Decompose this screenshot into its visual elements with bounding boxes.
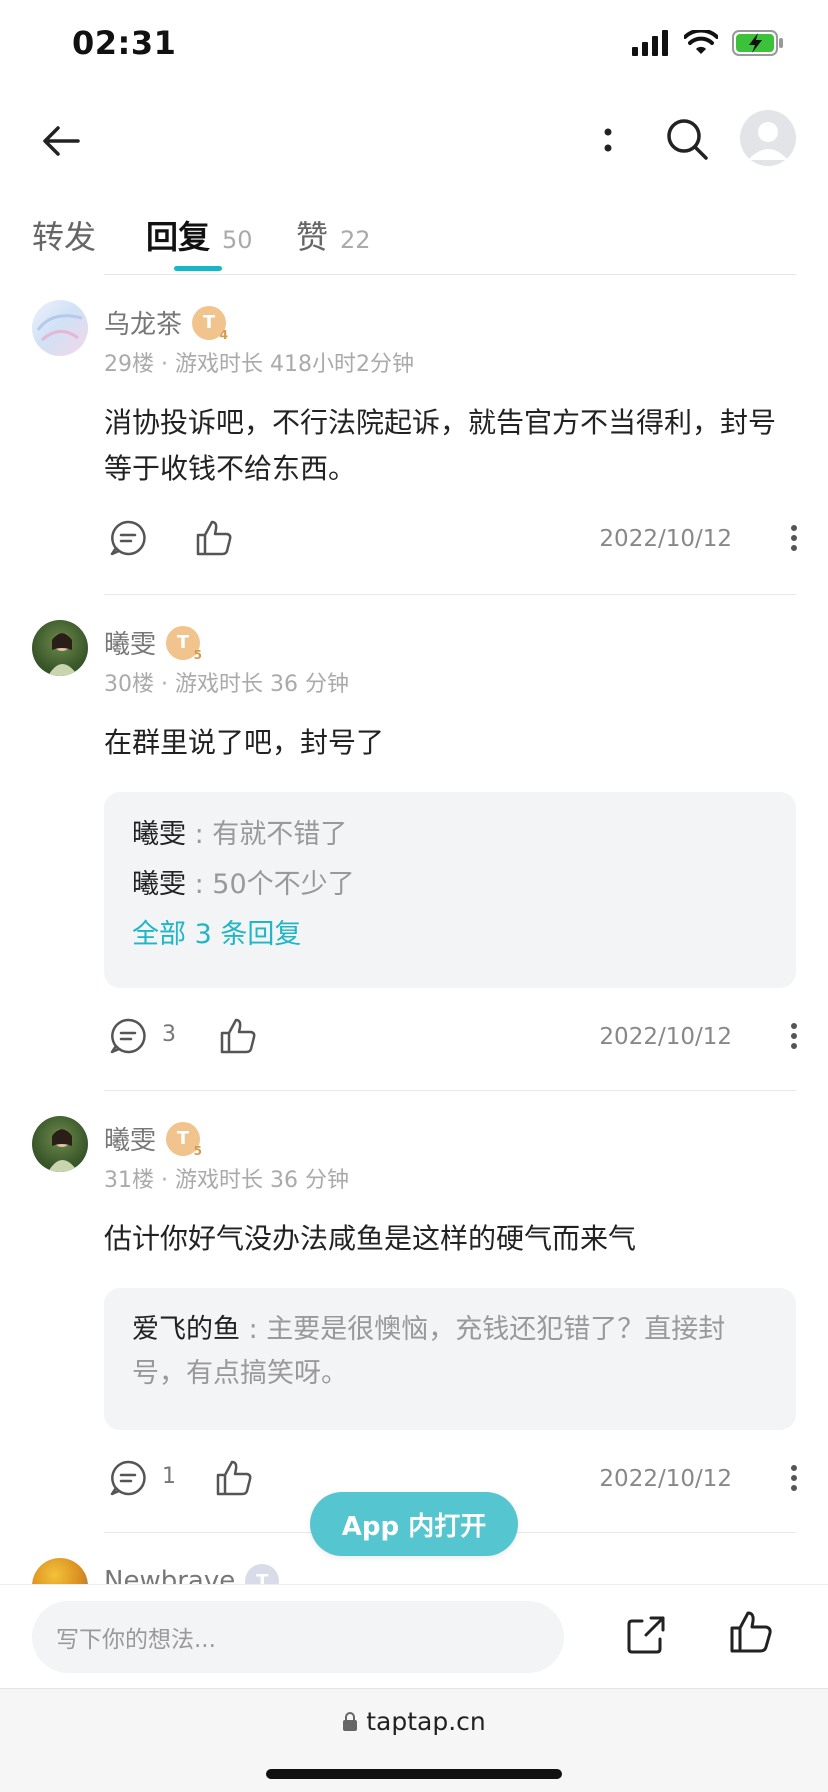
reply-author[interactable]: 曦雯 [132,819,186,850]
like-icon[interactable] [218,1016,258,1056]
bottom-comment-bar: 写下你的想法... [0,1584,828,1688]
divider [104,594,796,595]
comment-actions: 3 2022/10/12 [104,1016,804,1064]
tab-label: 赞 [296,218,329,256]
comment-date: 2022/10/12 [599,1024,732,1050]
like-icon[interactable] [214,1458,254,1498]
comment-icon[interactable] [108,518,148,558]
badge-level: 5 [193,1143,203,1158]
divider [104,1090,796,1091]
user-avatar[interactable] [740,110,796,166]
tab-count: 22 [340,226,371,254]
comment-actions: 2022/10/12 [104,518,804,566]
open-in-app-button[interactable]: App 内打开 [310,1492,518,1556]
reply-author[interactable]: 爱飞的鱼 [132,1314,240,1345]
back-arrow-icon[interactable] [38,118,84,164]
comment-body: 在群里说了吧，封号了 [104,726,385,759]
view-all-replies-link[interactable]: 全部 3 条回复 [132,910,768,960]
tab-replies[interactable]: 回复 50 [146,212,253,258]
comment-date: 2022/10/12 [599,526,732,552]
top-nav-bar [0,92,828,188]
comment-author[interactable]: Newbrave [104,1566,235,1584]
badge-letter: T [176,1128,190,1149]
default-avatar-icon [748,122,788,160]
status-icons [632,30,784,56]
badge-level: 5 [193,647,203,662]
comment-avatar[interactable] [32,1116,88,1172]
avatar-image [36,314,83,342]
comment-icon[interactable] [108,1016,148,1056]
reply-preview-box[interactable]: 曦雯 : 有就不错了 曦雯 : 50个不少了 全部 3 条回复 [104,792,796,988]
reply-preview-box[interactable]: 爱飞的鱼 : 主要是很懊恼，充钱还犯错了？直接封号，有点搞笑呀。 [104,1288,796,1430]
more-vertical-icon[interactable] [596,118,620,164]
comment-meta: 31楼 · 游戏时长 36 分钟 [104,1168,349,1193]
comment-count: 1 [162,1464,176,1489]
comment-author[interactable]: 乌龙茶 [104,304,182,341]
badge-level: 4 [219,327,229,342]
level-badge-icon: T 5 [166,1121,203,1158]
status-bar: 02:31 [0,0,828,92]
battery-charging-icon [732,30,783,56]
badge-letter: T [256,1570,269,1585]
comment-meta: 29楼 · 游戏时长 418小时2分钟 [104,352,414,377]
comment-item: Newbrave T [0,1556,828,1584]
reply-text: 有就不错了 [212,819,348,850]
tab-count: 50 [222,226,253,254]
url-display[interactable]: taptap.cn [0,1707,828,1736]
comment-avatar[interactable] [32,620,88,676]
home-indicator [266,1769,562,1779]
reply-separator: : [186,869,213,900]
reply-text: 50个不少了 [212,869,355,900]
comment-body: 估计你好气没办法咸鱼是这样的硬气而来气 [104,1222,637,1255]
share-icon[interactable] [624,1613,668,1657]
level-badge-icon: T 5 [166,625,203,662]
comment-count: 3 [162,1022,176,1047]
reply-line: 曦雯 : 50个不少了 [132,860,768,910]
comment-date: 2022/10/12 [599,1466,732,1492]
reply-author[interactable]: 曦雯 [132,869,186,900]
tab-likes[interactable]: 赞 22 [296,212,371,258]
cellular-signal-icon [632,30,668,56]
comment-author-row: 曦雯 T 5 [104,1120,203,1158]
reply-separator: : [186,819,213,850]
more-vertical-icon[interactable] [784,1016,804,1056]
tab-label: 回复 [146,218,211,256]
divider [104,274,796,275]
more-vertical-icon[interactable] [784,1458,804,1498]
comment-author-row: 曦雯 T 5 [104,624,203,662]
avatar-image [48,1129,78,1172]
status-time: 02:31 [72,24,177,62]
search-icon[interactable] [664,116,710,162]
badge-letter: T [202,312,216,333]
like-icon[interactable] [194,518,234,558]
active-tab-indicator [174,266,222,271]
browser-url-bar: taptap.cn [0,1688,828,1792]
comment-author-row: Newbrave T [104,1564,280,1585]
comment-body: 消协投诉吧，不行法院起诉，就告官方不当得利，封号等于收钱不给东西。 [104,406,777,485]
like-icon[interactable] [728,1609,774,1655]
wifi-icon [684,30,718,54]
reply-line: 爱飞的鱼 : 主要是很懊恼，充钱还犯错了？直接封号，有点搞笑呀。 [132,1308,768,1396]
comment-author-row: 乌龙茶 T 4 [104,304,229,342]
level-badge-icon: T [245,1564,280,1585]
url-text: taptap.cn [366,1707,486,1736]
level-badge-icon: T 4 [192,305,229,342]
comment-icon[interactable] [108,1458,148,1498]
more-vertical-icon[interactable] [784,518,804,558]
comment-avatar[interactable] [32,300,88,356]
comment-author[interactable]: 曦雯 [104,624,156,661]
badge-letter: T [176,632,190,653]
tab-label: 转发 [32,218,97,256]
comment-avatar[interactable] [32,1558,88,1584]
comment-input[interactable]: 写下你的想法... [32,1601,564,1673]
tab-bar: 转发 回复 50 赞 22 [0,200,828,276]
tab-repost[interactable]: 转发 [32,212,96,258]
comment-author[interactable]: 曦雯 [104,1120,156,1157]
reply-line: 曦雯 : 有就不错了 [132,810,768,860]
comment-meta: 30楼 · 游戏时长 36 分钟 [104,672,349,697]
reply-separator: : [240,1314,267,1345]
avatar-image [48,633,78,676]
lock-icon [343,1711,358,1731]
